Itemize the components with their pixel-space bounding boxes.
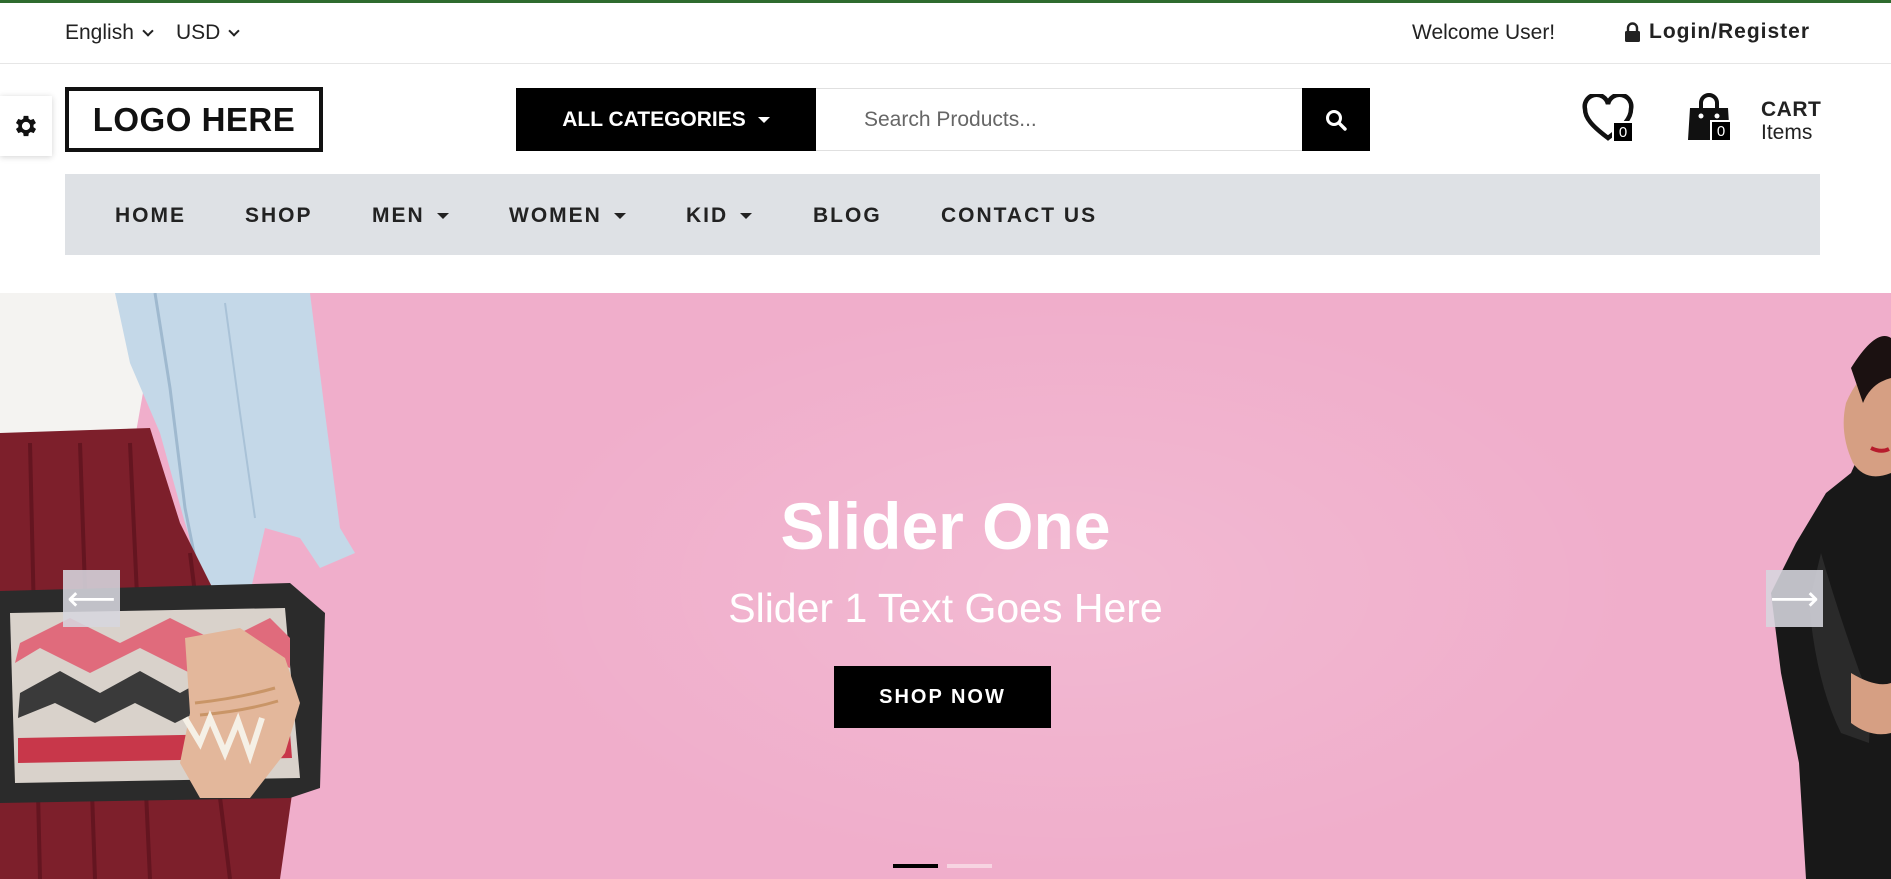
caret-down-icon — [740, 213, 753, 219]
language-label: English — [65, 21, 134, 44]
wishlist-count-badge: 0 — [1612, 121, 1634, 143]
chevron-down-icon — [142, 24, 154, 37]
nav-item-blog[interactable]: BLOG — [813, 204, 882, 228]
nav-item-label: CONTACT US — [941, 204, 1098, 227]
lock-icon — [1625, 21, 1640, 42]
nav-item-label: KID — [686, 204, 729, 227]
top-bar: English USD Welcome User! Login/Register — [0, 3, 1891, 64]
welcome-text: Welcome User! — [1412, 21, 1556, 44]
login-register-link[interactable]: Login/Register — [1624, 20, 1810, 44]
cart-subtitle: Items — [1761, 121, 1813, 144]
nav-item-label: WOMEN — [509, 204, 602, 227]
search-icon — [1326, 109, 1347, 131]
slide-subtitle: Slider 1 Text Goes Here — [728, 585, 1163, 631]
all-categories-label: ALL CATEGORIES — [562, 107, 746, 131]
arrow-left-icon: ⟵ — [67, 579, 116, 618]
language-selector[interactable]: English — [65, 21, 154, 45]
nav-item-label: SHOP — [245, 204, 313, 227]
cart-title: CART — [1761, 98, 1822, 121]
slider-dot-1[interactable] — [893, 864, 938, 868]
nav-item-contact-us[interactable]: CONTACT US — [941, 204, 1097, 228]
chevron-down-icon — [228, 24, 241, 37]
all-categories-button[interactable]: ALL CATEGORIES — [516, 88, 816, 151]
hero-slider: Slider One Slider 1 Text Goes Here SHOP … — [0, 293, 1891, 879]
search-input[interactable] — [816, 88, 1302, 151]
arrow-right-icon: ⟶ — [1770, 579, 1819, 618]
nav-item-kid[interactable]: KID — [686, 204, 753, 228]
site-logo[interactable]: LOGO HERE — [65, 87, 323, 152]
settings-toggle[interactable] — [0, 96, 52, 156]
nav-item-label: BLOG — [813, 204, 882, 227]
slide-title: Slider One — [780, 489, 1111, 563]
cart-button[interactable]: 0 — [1686, 92, 1742, 148]
search-button[interactable] — [1302, 88, 1370, 151]
currency-selector[interactable]: USD — [176, 21, 241, 45]
nav-item-label: HOME — [115, 204, 186, 227]
caret-down-icon — [757, 116, 770, 123]
slider-next-button[interactable]: ⟶ — [1766, 570, 1823, 627]
wishlist-button[interactable]: 0 — [1582, 94, 1640, 148]
slider-prev-button[interactable]: ⟵ — [63, 570, 120, 627]
nav-item-women[interactable]: WOMEN — [509, 204, 626, 228]
cart-summary[interactable]: CART Items — [1761, 98, 1821, 144]
nav-item-home[interactable]: HOME — [115, 204, 186, 228]
login-register-label: Login/Register — [1649, 20, 1811, 43]
cart-count-badge: 0 — [1710, 120, 1732, 142]
nav-item-label: MEN — [372, 204, 425, 227]
main-navigation: HOME SHOP MEN WOMEN KID BLOG CONTACT US — [65, 174, 1820, 255]
slider-dot-2[interactable] — [947, 864, 992, 868]
nav-item-shop[interactable]: SHOP — [245, 204, 313, 228]
caret-down-icon — [613, 213, 626, 219]
currency-label: USD — [176, 21, 221, 44]
shop-now-button[interactable]: SHOP NOW — [834, 666, 1051, 728]
gear-icon — [15, 115, 37, 137]
caret-down-icon — [436, 213, 449, 219]
nav-item-men[interactable]: MEN — [372, 204, 449, 228]
